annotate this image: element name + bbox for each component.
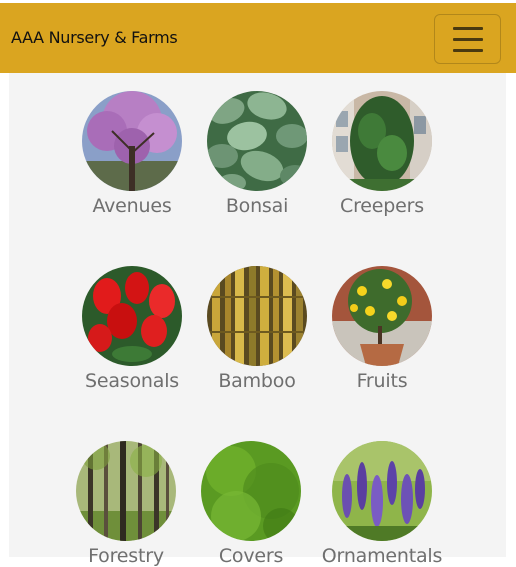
brand-title[interactable]: AAA Nursery & Farms bbox=[11, 28, 178, 47]
bamboo-image bbox=[207, 266, 307, 366]
category-label: Forestry bbox=[88, 545, 164, 567]
forest-image bbox=[76, 441, 176, 541]
menu-toggle-button[interactable] bbox=[434, 14, 501, 64]
category-forestry[interactable]: Forestry bbox=[56, 441, 196, 567]
category-grid: Avenues Bonsai Creepers Seasonals Bamboo… bbox=[9, 73, 506, 567]
climbing-vine-image bbox=[332, 91, 432, 191]
lemon-tree-image bbox=[332, 266, 432, 366]
category-label: Bamboo bbox=[218, 370, 296, 392]
green-leaves-image bbox=[207, 91, 307, 191]
category-seasonals[interactable]: Seasonals bbox=[62, 266, 202, 392]
category-label: Bonsai bbox=[225, 195, 289, 217]
category-label: Ornamentals bbox=[321, 545, 443, 567]
category-label: Creepers bbox=[340, 195, 424, 217]
category-fruits[interactable]: Fruits bbox=[312, 266, 452, 392]
red-flowers-image bbox=[82, 266, 182, 366]
category-covers[interactable]: Covers bbox=[181, 441, 321, 567]
category-bamboo[interactable]: Bamboo bbox=[187, 266, 327, 392]
category-label: Seasonals bbox=[85, 370, 179, 392]
category-creepers[interactable]: Creepers bbox=[312, 91, 452, 217]
category-avenues[interactable]: Avenues bbox=[62, 91, 202, 217]
hamburger-menu-icon bbox=[452, 26, 483, 30]
category-label: Covers bbox=[218, 545, 284, 567]
grass-image bbox=[201, 441, 301, 541]
purple-tree-image bbox=[82, 91, 182, 191]
lavender-image bbox=[332, 441, 432, 541]
category-bonsai[interactable]: Bonsai bbox=[187, 91, 327, 217]
category-label: Avenues bbox=[92, 195, 172, 217]
category-label: Fruits bbox=[356, 370, 408, 392]
category-ornamentals[interactable]: Ornamentals bbox=[312, 441, 452, 567]
navbar: AAA Nursery & Farms bbox=[0, 3, 516, 73]
